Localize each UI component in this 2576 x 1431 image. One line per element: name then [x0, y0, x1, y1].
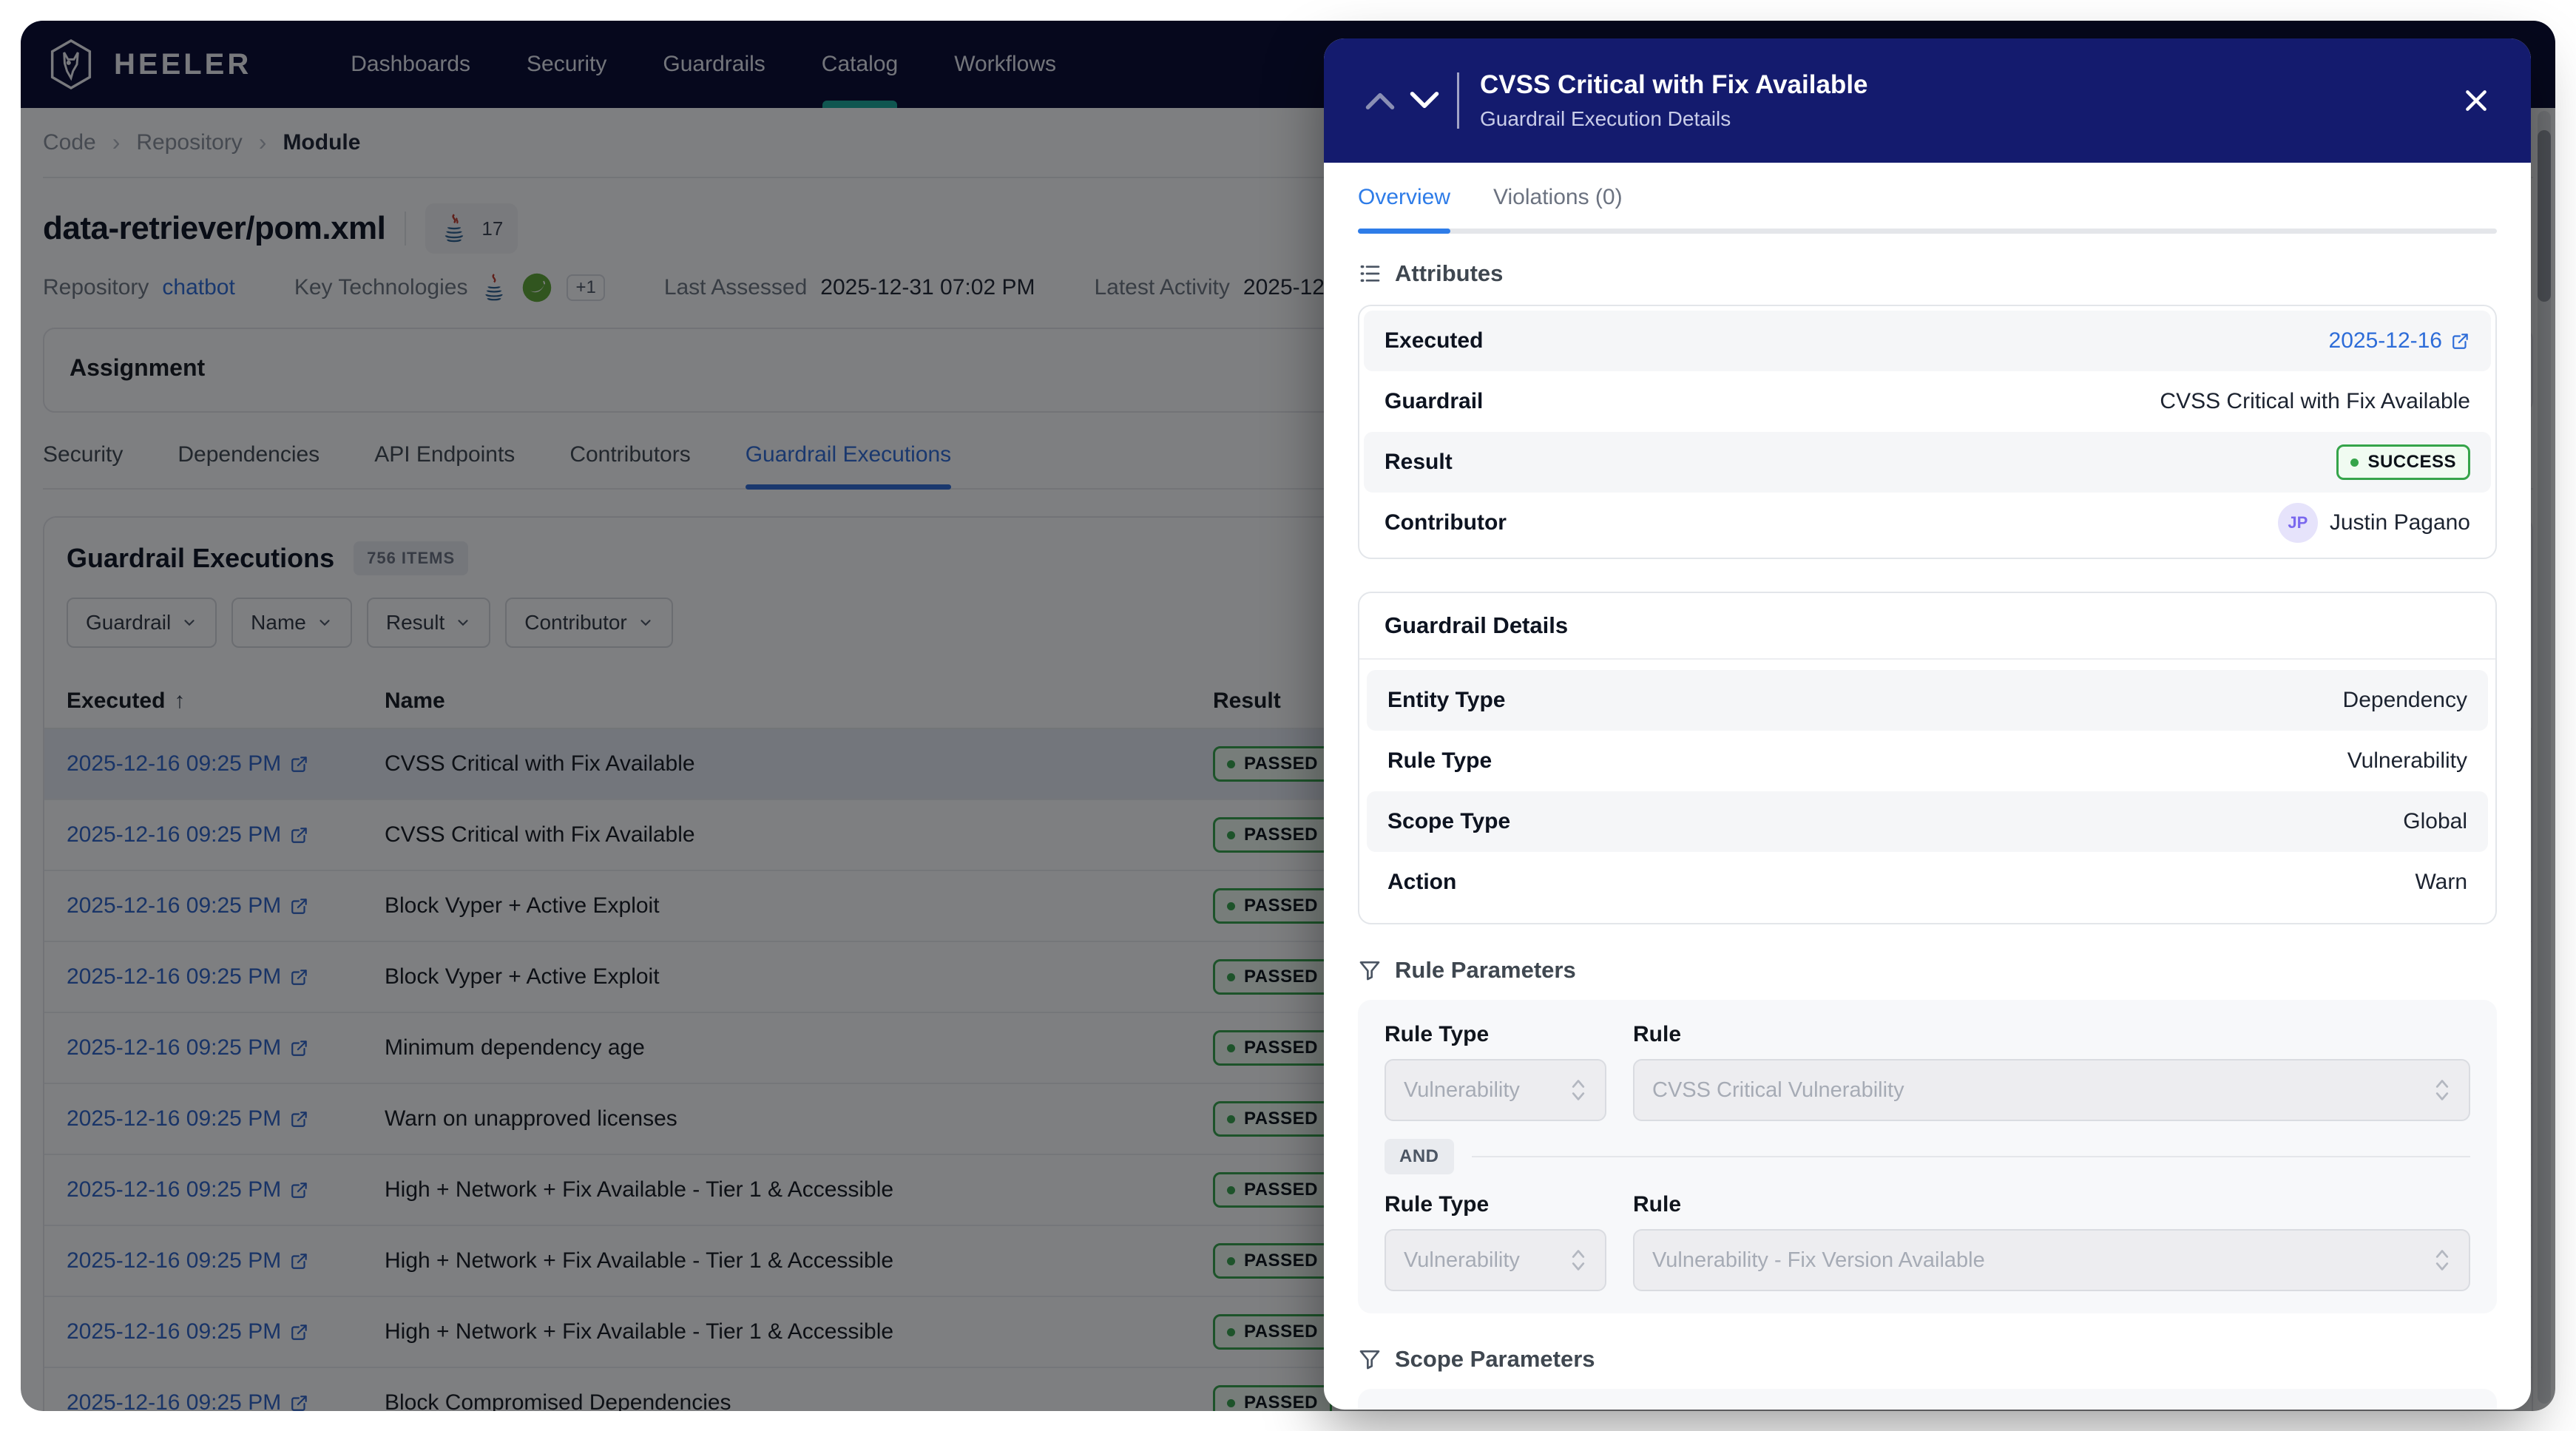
rule-type-select[interactable]: Vulnerability [1385, 1059, 1606, 1121]
drawer-header: CVSS Critical with Fix Available Guardra… [1324, 38, 2531, 163]
attribute-value-link[interactable]: 2025-12-16 [2329, 328, 2470, 353]
detail-value: Vulnerability [2347, 748, 2467, 773]
chevron-down-icon [1410, 92, 1439, 109]
rule-parameters-panel: Rule Type Rule Vulnerability CVSS Critical … [1358, 1000, 2497, 1313]
attribute-label: Contributor [1385, 510, 1507, 535]
rule-type-label: Rule Type [1385, 1022, 1490, 1046]
drawer-body: Attributes Executed 2025-12-16 Guardrail CV… [1324, 234, 2531, 1410]
detail-label: Entity Type [1387, 688, 1506, 712]
select-updown-icon [2435, 1080, 2449, 1100]
attribute-value: CVSS Critical with Fix Available [2160, 389, 2470, 413]
drawer-title: CVSS Critical with Fix Available [1480, 70, 1868, 99]
rule-select[interactable]: Vulnerability - Fix Version Available [1633, 1229, 2470, 1291]
scope-parameters-panel [1358, 1389, 2497, 1410]
detail-row: Action Warn [1367, 852, 2488, 913]
close-icon [2466, 90, 2487, 111]
detail-label: Scope Type [1387, 809, 1511, 833]
guardrail-details-card: Guardrail Details Entity Type Dependency R… [1358, 592, 2497, 924]
detail-row: Entity Type Dependency [1367, 670, 2488, 731]
select-updown-icon [1572, 1250, 1585, 1271]
rows-icon [1358, 262, 1382, 285]
status-badge: SUCCESS [2336, 444, 2470, 480]
divider [1457, 72, 1459, 129]
rule-select[interactable]: CVSS Critical Vulnerability [1633, 1059, 2470, 1121]
external-link-icon [2452, 334, 2468, 349]
previous-record-button[interactable] [1358, 84, 1402, 118]
drawer-subtitle: Guardrail Execution Details [1480, 107, 1731, 130]
attribute-row: Guardrail CVSS Critical with Fix Availabl… [1364, 371, 2491, 432]
drawer-tab-violations-0-[interactable]: Violations (0) [1493, 185, 1623, 234]
attribute-label: Guardrail [1385, 389, 1484, 413]
and-divider: AND [1385, 1139, 2470, 1174]
attribute-label: Result [1385, 450, 1453, 474]
detail-value: Warn [2415, 870, 2467, 894]
detail-value: Global [2403, 809, 2467, 833]
funnel-icon [1358, 958, 1382, 982]
drawer-tabs: Overview Violations (0) [1324, 163, 2531, 234]
detail-value: Dependency [2342, 688, 2467, 712]
guardrail-execution-drawer: CVSS Critical with Fix Available Guardra… [1324, 38, 2531, 1410]
next-record-button[interactable] [1402, 84, 1447, 118]
detail-row: Rule Type Vulnerability [1367, 731, 2488, 791]
rule-type-label: Rule Type [1385, 1192, 1490, 1217]
scope-parameters-section-header: Scope Parameters [1358, 1346, 2497, 1373]
attributes-card: Executed 2025-12-16 Guardrail CVSS Critical… [1358, 305, 2497, 559]
detail-label: Rule Type [1387, 748, 1492, 773]
rule-label: Rule [1633, 1022, 1682, 1046]
attribute-row: Executed 2025-12-16 [1364, 311, 2491, 371]
chevron-up-icon [1365, 92, 1395, 109]
rule-parameters-section-header: Rule Parameters [1358, 957, 2497, 984]
rule-type-select[interactable]: Vulnerability [1385, 1229, 1606, 1291]
select-updown-icon [2435, 1250, 2449, 1271]
attribute-row: Contributor JP Justin Pagano [1364, 493, 2491, 553]
detail-row: Scope Type Global [1367, 791, 2488, 852]
and-operator-badge: AND [1385, 1139, 1454, 1174]
select-updown-icon [1572, 1080, 1585, 1100]
attribute-label: Executed [1385, 328, 1484, 353]
status-dot-icon [2350, 458, 2359, 467]
rule-label: Rule [1633, 1192, 1682, 1217]
attribute-row: Result SUCCESS [1364, 432, 2491, 493]
close-button[interactable] [2455, 80, 2497, 121]
details-card-title: Guardrail Details [1359, 593, 2495, 660]
funnel-icon [1358, 1347, 1382, 1371]
drawer-tab-overview[interactable]: Overview [1358, 185, 1451, 234]
attribute-value: Justin Pagano [2329, 510, 2470, 535]
attributes-section-header: Attributes [1358, 260, 2497, 287]
detail-label: Action [1387, 870, 1457, 894]
avatar: JP [2277, 503, 2318, 543]
